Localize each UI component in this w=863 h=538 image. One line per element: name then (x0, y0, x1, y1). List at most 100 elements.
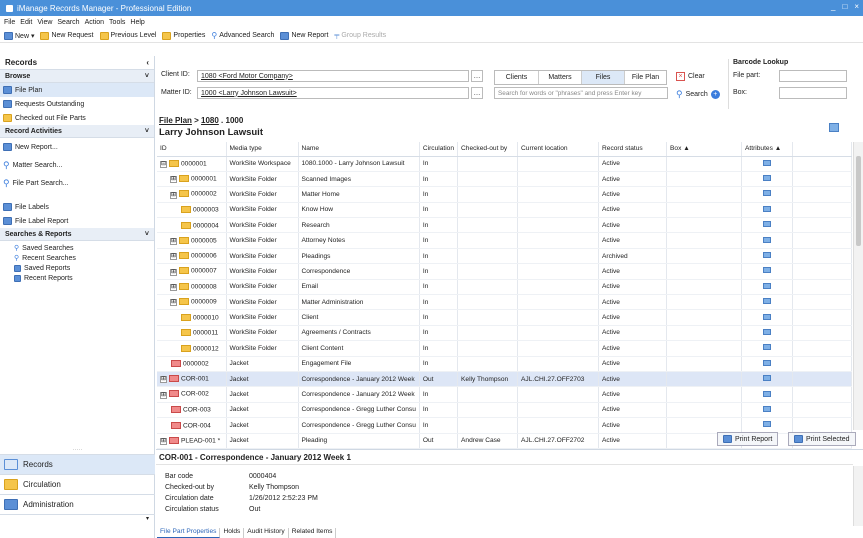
table-row[interactable]: ⊞ 0000007 WorkSite Folder Correspondence In A… (157, 263, 852, 280)
column-header-id[interactable]: ID (157, 142, 227, 157)
new-button[interactable]: New ▾ (4, 31, 34, 40)
table-row[interactable]: ⊟ 0000001 WorkSite Workspace 1080.1000 - La… (157, 156, 852, 172)
attributes-icon[interactable] (763, 344, 772, 351)
advanced-search-button[interactable]: ⚲ Advanced Search (211, 31, 274, 40)
expand-toggle-icon[interactable]: ⊞ (170, 237, 177, 245)
tab-files[interactable]: Files (582, 71, 625, 84)
client-browse-button[interactable]: … (471, 70, 483, 82)
print-selected-button[interactable]: Print Selected (788, 432, 856, 446)
tab-clients[interactable]: Clients (495, 71, 539, 84)
column-header-name[interactable]: Name (298, 142, 420, 157)
maximize-button[interactable]: □ (842, 2, 847, 11)
matter-browse-button[interactable]: … (471, 87, 483, 99)
column-header-box[interactable]: Box ▲ (666, 142, 743, 157)
table-row[interactable]: COR-003 Jacket Correspondence - Gregg Luth… (157, 402, 852, 419)
expand-toggle-icon[interactable]: ⊞ (170, 299, 177, 307)
group-results-button[interactable]: ╤ Group Results (334, 32, 386, 39)
tab-file-plan[interactable]: File Plan (625, 71, 666, 84)
menu-view[interactable]: View (37, 19, 52, 26)
table-row[interactable]: ⊞ 0000006 WorkSite Folder Pleadings In Archiv… (157, 248, 852, 265)
sidebar-item-file-plan[interactable]: File Plan (0, 83, 154, 97)
attributes-icon[interactable] (763, 190, 772, 197)
minimize-button[interactable]: _ (831, 2, 835, 11)
attributes-icon[interactable] (763, 236, 772, 243)
table-row[interactable]: ⊞ 0000008 WorkSite Folder Email In Active (157, 279, 852, 296)
column-header-media-type[interactable]: Media type (226, 142, 299, 157)
new-request-button[interactable]: New Request (40, 31, 94, 40)
table-row[interactable]: 0000010 WorkSite Folder Client In Active (157, 309, 852, 326)
nav-administration[interactable]: Administration (0, 494, 155, 514)
table-row[interactable]: ⊞ 0000005 WorkSite Folder Attorney Notes In A… (157, 232, 852, 249)
table-row[interactable]: 0000004 WorkSite Folder Research In Active (157, 217, 852, 234)
client-id-field[interactable]: 1080 <Ford Motor Company> (197, 70, 469, 82)
breadcrumb-file-plan[interactable]: File Plan (159, 116, 192, 125)
menu-edit[interactable]: Edit (20, 19, 32, 26)
table-row[interactable]: ⊞ COR-002 Jacket Correspondence - January 2… (157, 386, 852, 403)
sidebar-item-recent-reports[interactable]: Recent Reports (0, 273, 154, 283)
sidebar-item-new-report[interactable]: New Report... (0, 138, 154, 156)
grid-scrollbar-thumb[interactable] (856, 156, 861, 246)
expand-toggle-icon[interactable]: ⊞ (160, 376, 167, 384)
print-report-button[interactable]: Print Report (717, 432, 779, 446)
attributes-icon[interactable] (763, 313, 772, 320)
menu-help[interactable]: Help (130, 19, 144, 26)
tab-holds[interactable]: Holds (220, 528, 245, 538)
expand-toggle-icon[interactable]: ⊞ (170, 268, 177, 276)
menu-tools[interactable]: Tools (109, 19, 125, 26)
table-row[interactable]: ⊞ 0000002 WorkSite Folder Matter Home In Acti… (157, 186, 852, 203)
expand-toggle-icon[interactable]: ⊞ (170, 176, 177, 184)
menu-action[interactable]: Action (85, 19, 104, 26)
attributes-icon[interactable] (763, 252, 772, 259)
column-header-attributes[interactable]: Attributes ▲ (741, 142, 794, 157)
nav-records[interactable]: Records (0, 454, 155, 474)
table-row[interactable]: COR-004 Jacket Correspondence - Gregg Luth… (157, 417, 852, 434)
sidebar-item-matter-search[interactable]: ⚲ Matter Search... (0, 156, 154, 174)
expand-toggle-icon[interactable]: ⊞ (160, 391, 167, 399)
attributes-icon[interactable] (763, 405, 772, 412)
table-row[interactable]: ⊞ COR-001 Jacket Correspondence - January 2… (157, 371, 852, 388)
attributes-icon[interactable] (763, 159, 772, 166)
tab-matters[interactable]: Matters (539, 71, 582, 84)
details-scrollbar[interactable] (853, 466, 863, 526)
search-button[interactable]: ⚲ Search + (676, 89, 720, 100)
configure-buttons-icon[interactable]: ▾ (0, 514, 155, 526)
close-button[interactable]: × (854, 2, 859, 11)
previous-level-button[interactable]: Previous Level (99, 31, 156, 40)
attributes-icon[interactable] (763, 298, 772, 305)
expand-toggle-icon[interactable]: ⊞ (160, 437, 167, 445)
sidebar-item-requests-outstanding[interactable]: Requests Outstanding (0, 97, 154, 111)
attributes-view-icon[interactable] (829, 123, 839, 132)
sidebar-item-file-label-report[interactable]: File Label Report (0, 214, 154, 228)
expand-toggle-icon[interactable]: ⊞ (170, 283, 177, 291)
attributes-icon[interactable] (763, 375, 772, 382)
sidebar-item-file-labels[interactable]: File Labels (0, 200, 154, 214)
grid-scrollbar[interactable] (853, 142, 863, 430)
column-header-circulation[interactable]: Circulation (419, 142, 459, 157)
clear-button[interactable]: × Clear (676, 72, 705, 81)
tab-audit-history[interactable]: Audit History (244, 528, 289, 538)
table-row[interactable]: 0000003 WorkSite Folder Know How In Active (157, 202, 852, 219)
attributes-icon[interactable] (763, 282, 772, 289)
table-row[interactable]: ⊞ 0000009 WorkSite Folder Matter Administra… (157, 294, 852, 311)
menu-file[interactable]: File (4, 19, 15, 26)
browse-header[interactable]: Browse ˅ (0, 70, 154, 83)
column-header-record-status[interactable]: Record status (598, 142, 668, 157)
expand-toggle-icon[interactable]: ⊞ (170, 253, 177, 261)
file-part-input[interactable] (779, 70, 847, 82)
box-input[interactable] (779, 87, 847, 99)
record-activities-header[interactable]: Record Activities ˅ (0, 125, 154, 138)
table-row[interactable]: 0000011 WorkSite Folder Agreements / Contr… (157, 325, 852, 342)
sidebar-item-recent-searches[interactable]: ⚲ Recent Searches (0, 253, 154, 263)
attributes-icon[interactable] (763, 205, 772, 212)
column-header-checked-out-by[interactable]: Checked-out by (457, 142, 519, 157)
tab-related-items[interactable]: Related Items (289, 528, 337, 538)
attributes-icon[interactable] (763, 328, 772, 335)
attributes-icon[interactable] (763, 359, 772, 366)
properties-button[interactable]: Properties (162, 31, 205, 40)
expand-toggle-icon[interactable]: ⊞ (170, 191, 177, 199)
attributes-icon[interactable] (763, 390, 772, 397)
sidebar-item-checked-out[interactable]: Checked out File Parts (0, 111, 154, 125)
sidebar-item-saved-searches[interactable]: ⚲ Saved Searches (0, 243, 154, 253)
table-row[interactable]: 0000012 WorkSite Folder Client Content In Ac… (157, 340, 852, 357)
sidebar-item-file-part-search[interactable]: ⚲ File Part Search... (0, 174, 154, 192)
